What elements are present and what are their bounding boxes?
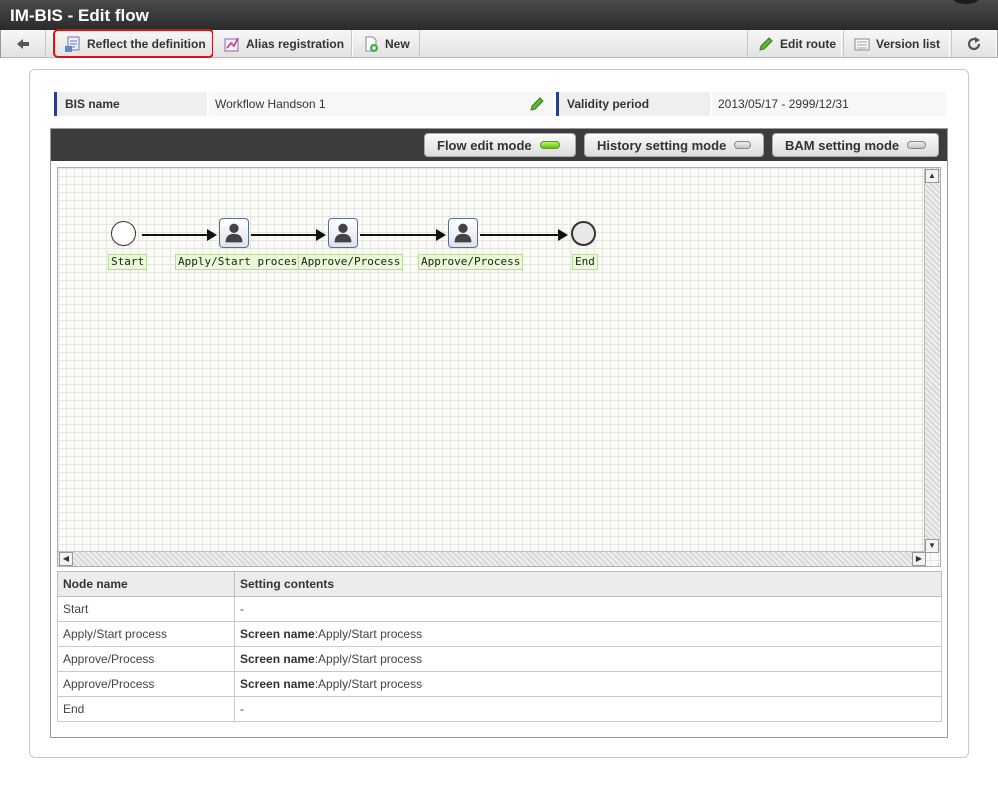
validity-row: Validity period 2013/05/17 - 2999/12/31	[556, 92, 946, 116]
table-row[interactable]: Apply/Start process Screen name:Apply/St…	[57, 621, 942, 647]
horizontal-scrollbar[interactable]: ◀ ▶	[58, 551, 926, 566]
version-list-label: Version list	[876, 36, 941, 51]
validity-label: Validity period	[556, 92, 710, 116]
node-label-apply: Apply/Start process	[175, 254, 307, 270]
refresh-icon	[966, 36, 982, 52]
flow-canvas[interactable]: Start Apply/Start process Approve/Proces…	[57, 167, 941, 567]
pencil-icon	[758, 36, 774, 52]
alias-registration-button[interactable]: Alias registration	[213, 30, 352, 57]
table-row[interactable]: End -	[57, 696, 942, 722]
setting-key: Screen name	[240, 677, 315, 691]
user-node-approve-1[interactable]	[328, 218, 358, 248]
table-header-row: Node name Setting contents	[57, 571, 942, 597]
flow-edit-mode-button[interactable]: Flow edit mode	[424, 133, 576, 157]
edit-name-pencil-icon[interactable]	[529, 96, 545, 112]
column-header-node-name: Node name	[57, 571, 235, 597]
setting-value: -	[240, 602, 244, 616]
setting-value: :Apply/Start process	[314, 627, 423, 641]
setting-key: Screen name	[240, 652, 315, 666]
bis-name-value: Workflow Handson 1	[215, 97, 326, 111]
toolbar: Reflect the definition Alias registratio…	[0, 29, 998, 58]
node-label-end: End	[572, 254, 598, 270]
setting-cell: Screen name:Apply/Start process	[234, 646, 942, 672]
column-header-setting-contents: Setting contents	[234, 571, 942, 597]
setting-key: Screen name	[240, 627, 315, 641]
setting-cell: -	[234, 696, 942, 722]
setting-value: -	[240, 702, 244, 716]
flow-arrow	[142, 229, 217, 241]
bam-mode-label: BAM setting mode	[785, 137, 900, 153]
node-name-cell: Approve/Process	[57, 646, 235, 672]
mode-bar: Flow edit mode History setting mode BAM …	[51, 129, 947, 161]
new-document-icon	[363, 36, 379, 52]
bam-setting-mode-button[interactable]: BAM setting mode	[772, 133, 939, 157]
setting-cell: Screen name:Apply/Start process	[234, 671, 942, 697]
history-setting-mode-button[interactable]: History setting mode	[584, 133, 764, 157]
validity-value: 2013/05/17 - 2999/12/31	[712, 92, 946, 116]
new-button[interactable]: New	[352, 30, 420, 57]
reflect-definition-button[interactable]: Reflect the definition	[53, 29, 214, 58]
user-icon	[225, 223, 243, 243]
edit-route-button[interactable]: Edit route	[747, 30, 842, 57]
scroll-right-icon[interactable]: ▶	[912, 552, 926, 566]
scroll-left-icon[interactable]: ◀	[59, 552, 73, 566]
node-label-approve-1: Approve/Process	[298, 254, 404, 270]
node-name-cell: End	[57, 696, 235, 722]
history-led-icon	[734, 141, 751, 149]
node-name-cell: Start	[57, 596, 235, 622]
node-name-cell: Apply/Start process	[57, 621, 235, 647]
setting-value: :Apply/Start process	[314, 677, 423, 691]
node-label-start: Start	[108, 254, 148, 270]
node-settings-table: Node name Setting contents Start - Apply…	[57, 571, 942, 722]
setting-cell: Screen name:Apply/Start process	[234, 621, 942, 647]
user-node-approve-2[interactable]	[448, 218, 478, 248]
edit-route-label: Edit route	[780, 36, 836, 51]
refresh-button[interactable]	[951, 30, 997, 57]
back-button[interactable]	[1, 30, 46, 57]
table-row[interactable]: Start -	[57, 596, 942, 622]
setting-cell: -	[234, 596, 942, 622]
flow-arrow	[480, 229, 568, 241]
flow-arrow	[251, 229, 326, 241]
user-icon	[334, 223, 352, 243]
table-row[interactable]: Approve/Process Screen name:Apply/Start …	[57, 646, 942, 672]
node-name-cell: Approve/Process	[57, 671, 235, 697]
vertical-scrollbar[interactable]: ▲ ▼	[924, 168, 940, 553]
title-bar-knob	[952, 0, 980, 4]
user-node-apply[interactable]	[219, 218, 249, 248]
back-arrow-icon	[15, 36, 31, 52]
version-list-button[interactable]: Version list	[843, 30, 950, 57]
setting-value: :Apply/Start process	[314, 652, 423, 666]
alias-registration-label: Alias registration	[246, 36, 345, 51]
user-icon	[454, 223, 472, 243]
flow-edit-led-icon	[539, 141, 560, 149]
main-panel: BIS name Workflow Handson 1 Validity per…	[29, 69, 969, 758]
scroll-down-icon[interactable]: ▼	[925, 539, 939, 553]
reflect-icon	[65, 36, 81, 52]
flow-editor: Flow edit mode History setting mode BAM …	[50, 128, 948, 738]
flow-arrow	[360, 229, 446, 241]
alias-icon	[224, 36, 240, 52]
new-label: New	[385, 36, 410, 51]
reflect-definition-label: Reflect the definition	[87, 36, 206, 51]
bis-name-field: Workflow Handson 1	[209, 92, 553, 116]
window-title-bar: IM-BIS - Edit flow	[0, 0, 998, 30]
list-icon	[854, 36, 870, 52]
history-mode-label: History setting mode	[597, 137, 727, 153]
end-node[interactable]	[571, 221, 596, 246]
bis-name-label: BIS name	[54, 92, 207, 116]
bis-name-row: BIS name Workflow Handson 1	[54, 92, 553, 116]
node-label-approve-2: Approve/Process	[418, 254, 524, 270]
window-title: IM-BIS - Edit flow	[10, 6, 149, 25]
scroll-up-icon[interactable]: ▲	[925, 169, 939, 183]
start-node[interactable]	[111, 221, 136, 246]
table-row[interactable]: Approve/Process Screen name:Apply/Start …	[57, 671, 942, 697]
flow-edit-mode-label: Flow edit mode	[437, 137, 532, 153]
bam-led-icon	[907, 141, 926, 149]
